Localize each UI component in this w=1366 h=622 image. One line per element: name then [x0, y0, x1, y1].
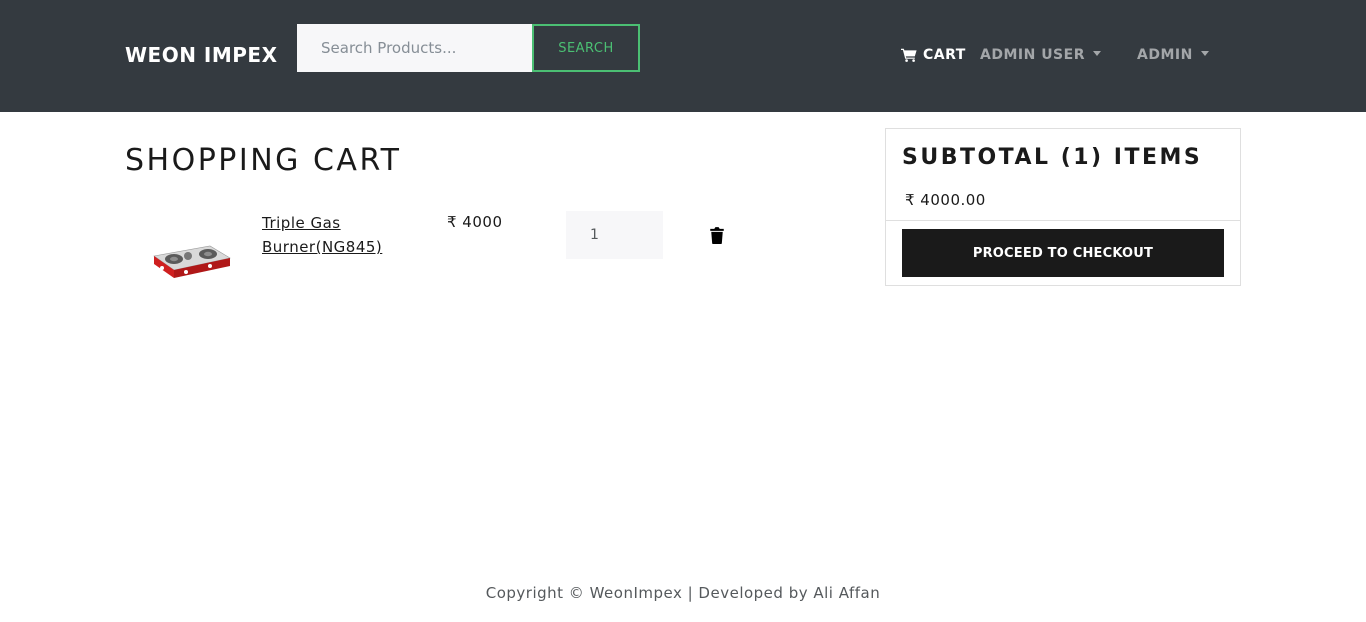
caret-down-icon	[1093, 51, 1102, 56]
summary-total: ₹ 4000.00	[905, 191, 986, 209]
product-name-link[interactable]: Triple Gas Burner(NG845)	[262, 211, 432, 259]
caret-down-icon	[1201, 51, 1210, 56]
page-title: SHOPPING CART	[125, 143, 402, 178]
proceed-to-checkout-button[interactable]: PROCEED TO CHECKOUT	[902, 229, 1224, 277]
navbar: WEON IMPEX SEARCH CART ADMIN USER ADMIN	[0, 0, 1366, 112]
nav-admin-label: ADMIN	[1137, 47, 1193, 63]
product-price: ₹ 4000	[447, 213, 503, 231]
nav-admin-user-label: ADMIN USER	[980, 47, 1085, 63]
nav-cart-link[interactable]: CART	[901, 47, 966, 63]
nav-cart-label: CART	[923, 47, 966, 63]
quantity-select[interactable]: 1	[566, 211, 663, 259]
summary-title: SUBTOTAL (1) ITEMS	[902, 145, 1203, 170]
search-button[interactable]: SEARCH	[532, 24, 640, 72]
trash-icon[interactable]	[709, 226, 725, 244]
order-summary-card: SUBTOTAL (1) ITEMS ₹ 4000.00 PROCEED TO …	[885, 128, 1241, 286]
summary-divider	[886, 220, 1240, 221]
footer-copyright: Copyright © WeonImpex | Developed by Ali…	[485, 584, 881, 602]
search-input[interactable]	[297, 24, 533, 72]
cart-icon	[901, 48, 917, 62]
brand-logo[interactable]: WEON IMPEX	[125, 43, 278, 67]
product-image[interactable]	[148, 226, 232, 288]
nav-admin-user-dropdown[interactable]: ADMIN USER	[980, 47, 1102, 63]
nav-admin-dropdown[interactable]: ADMIN	[1137, 47, 1210, 63]
